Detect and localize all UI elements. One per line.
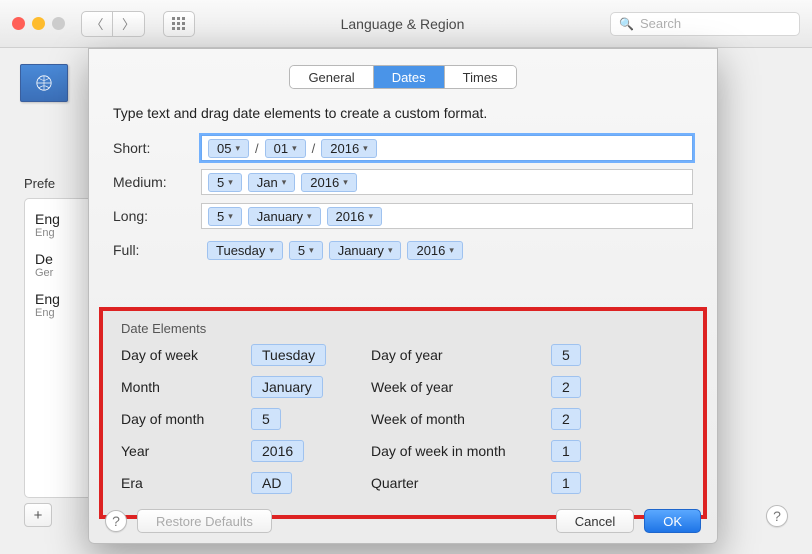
nav-buttons: 〈 〉 [81, 11, 145, 37]
preferred-languages-list[interactable]: Eng Eng De Ger Eng Eng [24, 198, 96, 498]
element-token-week-of-year[interactable]: 2 [551, 376, 581, 398]
element-label: Era [121, 475, 251, 491]
element-label: Day of year [371, 347, 551, 363]
advanced-formats-sheet: General Dates Times Type text and drag d… [88, 48, 718, 544]
language-row[interactable]: Eng Eng [25, 285, 95, 325]
titlebar: 〈 〉 Language & Region 🔍 Search [0, 0, 812, 48]
short-label: Short: [113, 140, 189, 156]
element-token-year[interactable]: 2016 [251, 440, 304, 462]
format-separator: / [312, 141, 316, 156]
format-token[interactable]: 2016▾ [407, 241, 462, 260]
format-token[interactable]: 01▾ [265, 139, 306, 158]
format-token[interactable]: 2016▾ [301, 173, 356, 192]
element-label: Year [121, 443, 251, 459]
ok-button[interactable]: OK [644, 509, 701, 533]
chevron-down-icon: ▾ [307, 211, 312, 222]
window-title: Language & Region [205, 16, 600, 32]
long-format-field[interactable]: 5▾ January▾ 2016▾ [201, 203, 693, 229]
forward-button[interactable]: 〉 [113, 11, 145, 37]
element-token-month[interactable]: January [251, 376, 323, 398]
short-format-field[interactable]: 05▾ / 01▾ / 2016▾ [201, 135, 693, 161]
medium-label: Medium: [113, 174, 189, 190]
element-token-day-of-year[interactable]: 5 [551, 344, 581, 366]
region-flag [20, 64, 68, 102]
language-row[interactable]: De Ger [25, 245, 95, 285]
sheet-help-button[interactable]: ? [105, 510, 127, 532]
preferred-languages-label: Prefe [24, 176, 55, 191]
element-token-day-of-week-in-month[interactable]: 1 [551, 440, 581, 462]
format-token[interactable]: Tuesday▾ [207, 241, 283, 260]
format-token[interactable]: January▾ [329, 241, 402, 260]
language-row[interactable]: Eng Eng [25, 205, 95, 245]
help-button[interactable]: ? [766, 505, 788, 527]
format-token[interactable]: Jan▾ [248, 173, 296, 192]
element-label: Quarter [371, 475, 551, 491]
element-token-era[interactable]: AD [251, 472, 292, 494]
date-elements-title: Date Elements [121, 321, 685, 336]
globe-icon [31, 70, 57, 96]
chevron-down-icon: ▾ [235, 143, 240, 154]
search-field[interactable]: 🔍 Search [610, 12, 800, 36]
format-token[interactable]: 05▾ [208, 139, 249, 158]
element-token-week-of-month[interactable]: 2 [551, 408, 581, 430]
format-token[interactable]: January▾ [248, 207, 321, 226]
minimize-window-button[interactable] [32, 17, 45, 30]
element-label: Day of week [121, 347, 251, 363]
medium-format-field[interactable]: 5▾ Jan▾ 2016▾ [201, 169, 693, 195]
grid-icon [172, 17, 186, 31]
element-token-quarter[interactable]: 1 [551, 472, 581, 494]
tab-dates[interactable]: Dates [374, 66, 445, 88]
full-label: Full: [113, 242, 189, 258]
search-placeholder: Search [640, 16, 681, 31]
chevron-down-icon: ▾ [292, 143, 297, 154]
instruction-text: Type text and drag date elements to crea… [113, 105, 693, 121]
chevron-down-icon: ▾ [282, 177, 287, 188]
format-token[interactable]: 5▾ [208, 173, 242, 192]
chevron-down-icon: ▾ [269, 245, 274, 256]
format-token[interactable]: 2016▾ [327, 207, 382, 226]
chevron-down-icon: ▾ [449, 245, 454, 256]
restore-defaults-button[interactable]: Restore Defaults [137, 509, 272, 533]
add-language-button[interactable]: + [24, 503, 52, 527]
date-elements-panel: Date Elements Day of week Tuesday Day of… [99, 307, 707, 519]
back-button[interactable]: 〈 [81, 11, 113, 37]
full-format-field[interactable]: Tuesday▾ 5▾ January▾ 2016▾ [201, 237, 693, 263]
chevron-down-icon: ▾ [228, 177, 233, 188]
tab-times[interactable]: Times [445, 66, 516, 88]
element-token-day-of-month[interactable]: 5 [251, 408, 281, 430]
close-window-button[interactable] [12, 17, 25, 30]
tab-general[interactable]: General [290, 66, 373, 88]
chevron-down-icon: ▾ [309, 245, 314, 256]
element-token-day-of-week[interactable]: Tuesday [251, 344, 326, 366]
chevron-down-icon: ▾ [388, 245, 393, 256]
format-token[interactable]: 2016▾ [321, 139, 376, 158]
chevron-down-icon: ▾ [363, 143, 368, 154]
element-label: Week of month [371, 411, 551, 427]
element-label: Week of year [371, 379, 551, 395]
chevron-down-icon: ▾ [343, 177, 348, 188]
chevron-down-icon: ▾ [368, 211, 373, 222]
cancel-button[interactable]: Cancel [556, 509, 634, 533]
format-token[interactable]: 5▾ [208, 207, 242, 226]
format-token[interactable]: 5▾ [289, 241, 323, 260]
zoom-window-button[interactable] [52, 17, 65, 30]
chevron-down-icon: ▾ [228, 211, 233, 222]
element-label: Month [121, 379, 251, 395]
element-label: Day of month [121, 411, 251, 427]
format-separator: / [255, 141, 259, 156]
search-icon: 🔍 [619, 17, 634, 31]
long-label: Long: [113, 208, 189, 224]
element-label: Day of week in month [371, 443, 551, 459]
show-all-button[interactable] [163, 11, 195, 37]
format-tabs: General Dates Times [289, 65, 516, 89]
window-controls [12, 17, 65, 30]
